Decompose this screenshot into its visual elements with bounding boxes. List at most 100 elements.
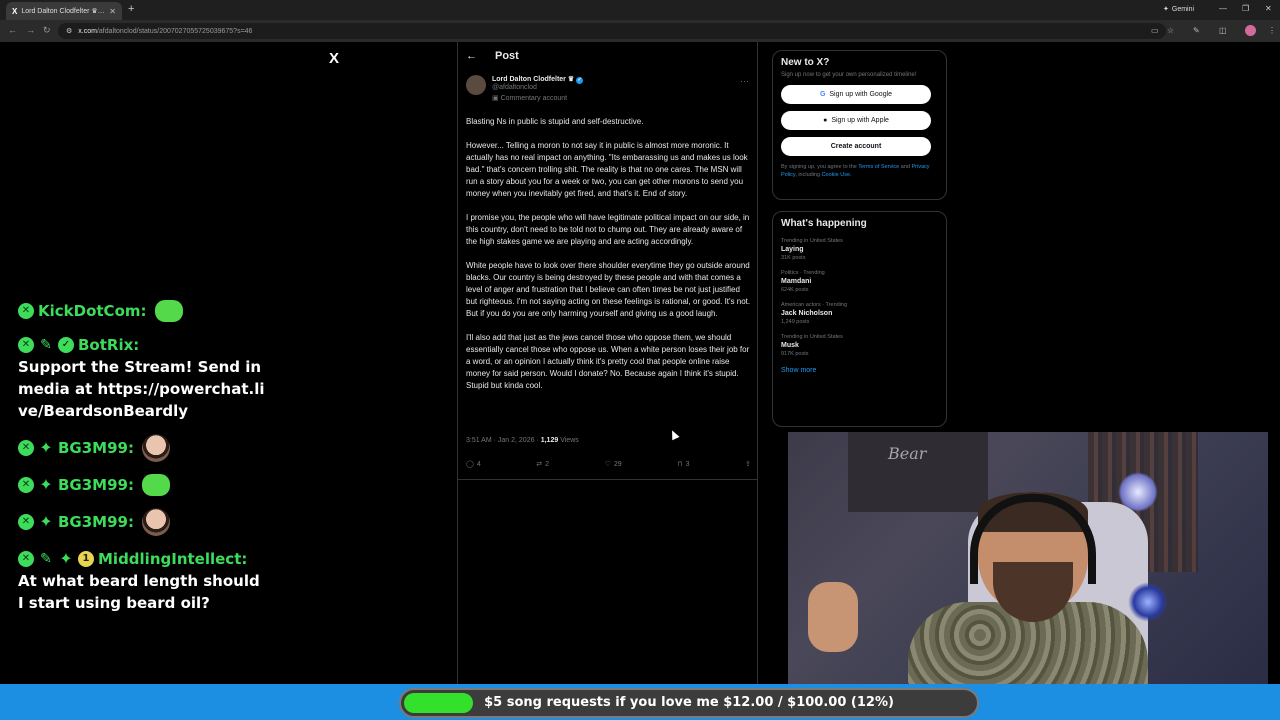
mod-badge-icon: ✕ <box>18 303 34 319</box>
face-emote-icon <box>141 508 170 536</box>
minimize-icon[interactable]: — <box>1219 4 1227 13</box>
trend-item[interactable]: American actors · Trending Jack Nicholson… <box>781 302 938 325</box>
chat-username: BG3M99: <box>58 439 134 457</box>
trend-item[interactable]: Trending in United States Laying 31K posts <box>781 238 938 261</box>
chat-username: BG3M99: <box>58 513 134 531</box>
post-paragraph: White people have to look over there sho… <box>466 261 751 318</box>
apple-signup-button[interactable]: ● Sign up with Apple <box>781 111 931 130</box>
gemini-button[interactable]: ✦ Gemini <box>1163 5 1195 14</box>
trend-item[interactable]: Politics · Trending Mamdani 624K posts <box>781 270 938 293</box>
repost-button[interactable]: ⇄ 2 <box>536 460 550 469</box>
sparkle-badge-icon: ✦ <box>39 512 53 531</box>
verified-badge-icon: ✓ <box>576 77 584 84</box>
post-paragraph: I promise you, the people who will have … <box>466 213 750 246</box>
legal-including: , including <box>795 172 821 178</box>
google-signup-button[interactable]: G Sign up with Google <box>781 85 931 104</box>
trend-context: Trending in United States <box>781 238 843 244</box>
chat-text: At what beard length should I start usin… <box>18 572 260 612</box>
back-arrow-icon[interactable]: ← <box>466 50 477 62</box>
trend-context: Trending in United States <box>781 334 843 340</box>
bookmark-star-icon[interactable]: ☆ <box>1167 26 1174 35</box>
google-signup-label: Sign up with Google <box>829 91 893 98</box>
post-paragraph: However... Telling a moron to not say it… <box>466 141 748 198</box>
create-account-button[interactable]: Create account <box>781 137 931 156</box>
trend-context: Politics · Trending <box>781 270 825 276</box>
chat-username: KickDotCom: <box>38 302 147 320</box>
show-more-link[interactable]: Show more <box>781 367 938 374</box>
sparkle-badge-icon: ✦ <box>59 549 73 568</box>
whats-happening-title: What's happening <box>781 218 867 229</box>
verified-badge-icon: ✓ <box>58 337 74 353</box>
new-tab-button[interactable]: + <box>128 3 134 15</box>
post-column: ← Post Lord Dalton Clodfelter ♛ ✓ @afdal… <box>457 42 758 684</box>
mod-badge-icon: ✕ <box>18 337 34 353</box>
commentary-label: Commentary account <box>500 95 568 102</box>
new-to-x-subtitle: Sign up now to get your own personalized… <box>781 72 917 78</box>
trend-post-count: 624K posts <box>781 287 809 293</box>
goal-text: $5 song requests if you love me $12.00 /… <box>484 695 894 710</box>
cast-icon[interactable]: ▭ <box>1151 26 1159 35</box>
x-favicon-icon: X <box>12 6 18 16</box>
bookmark-button[interactable]: ⊓ 3 <box>677 460 690 469</box>
post-paragraph: Blasting Ns in public is stupid and self… <box>466 117 644 126</box>
url-input[interactable]: ⚙ x.com/afdaltonclod/status/200702705572… <box>58 23 1166 39</box>
reply-button[interactable]: ◯ 4 <box>466 460 481 469</box>
like-button[interactable]: ♡ 29 <box>604 460 622 469</box>
share-button[interactable]: ⇪ <box>745 460 751 468</box>
author-handle[interactable]: @afdaltonclod <box>492 84 583 91</box>
profile-avatar-icon[interactable] <box>1245 25 1256 36</box>
close-tab-icon[interactable]: ✕ <box>109 7 116 16</box>
trend-post-count: 1,249 posts <box>781 319 810 325</box>
face-emote-icon <box>141 434 170 462</box>
author-avatar[interactable] <box>466 75 486 95</box>
browser-tab[interactable]: X Lord Dalton Clodfelter ♛ on X: ✕ <box>6 2 122 20</box>
menu-dots-icon[interactable]: ⋮ <box>1268 26 1276 35</box>
mod-badge-icon: ✕ <box>18 440 34 456</box>
chat-message: ✕ ✎ ✓ BotRix: Support the Stream! Send in me… <box>18 334 268 422</box>
share-icon: ⇪ <box>745 461 751 468</box>
trend-context: American actors · Trending <box>781 302 848 308</box>
new-to-x-title: New to X? <box>781 57 830 68</box>
trend-item[interactable]: Trending in United States Musk 917K posts <box>781 334 938 357</box>
post-timestamp[interactable]: 3:51 AM · Jan 2, 2026 · <box>466 437 539 444</box>
terms-link[interactable]: Terms of Service <box>858 164 899 170</box>
url-path: /afdaltonclod/status/2007027055725039675… <box>96 27 253 35</box>
restore-icon[interactable]: ❐ <box>1242 4 1249 13</box>
gemini-label: Gemini <box>1171 5 1195 13</box>
poster-logo: Bear <box>888 444 927 463</box>
more-options-icon[interactable]: ··· <box>740 76 749 86</box>
gemini-sparkle-icon: ✦ <box>1163 6 1169 13</box>
chat-text: Support the Stream! Send in media at htt… <box>18 358 265 420</box>
site-info-icon[interactable]: ⚙ <box>66 27 72 35</box>
extensions-icon[interactable]: ✎ <box>1193 26 1200 35</box>
trend-name: Laying <box>781 246 804 253</box>
new-to-x-card: New to X? Sign up now to get your own pe… <box>772 50 947 200</box>
mod-badge-icon: ✕ <box>18 551 34 567</box>
apple-icon: ● <box>823 117 828 124</box>
bookmark-count: 3 <box>685 460 690 468</box>
reload-icon[interactable]: ↻ <box>43 25 51 36</box>
views-label: Views <box>560 437 579 444</box>
cookie-link[interactable]: Cookie Use. <box>822 172 852 178</box>
sub-badge-icon: 1 <box>78 551 94 567</box>
forward-icon[interactable]: → <box>26 25 35 35</box>
trend-post-count: 31K posts <box>781 255 806 261</box>
like-count: 29 <box>613 460 622 468</box>
chat-username: MiddlingIntellect: <box>98 550 248 568</box>
heart-icon: ♡ <box>604 461 611 468</box>
back-icon[interactable]: ← <box>8 25 17 35</box>
x-logo-icon[interactable]: X <box>329 50 339 67</box>
whats-happening-card: What's happening Trending in United Stat… <box>772 211 947 427</box>
streamer-hand <box>808 582 858 652</box>
mod-badge-icon: ✕ <box>18 477 34 493</box>
close-window-icon[interactable]: ✕ <box>1265 4 1272 13</box>
url-host: x.com <box>78 27 97 35</box>
repost-count: 2 <box>545 460 550 468</box>
side-panel-icon[interactable]: ◫ <box>1219 26 1227 35</box>
sword-badge-icon: ✎ <box>40 551 52 567</box>
chat-message: ✕ ✎ ✦ 1 MiddlingIntellect: At what beard leng… <box>18 548 268 614</box>
trends-list: Trending in United States Laying 31K posts… <box>781 238 938 357</box>
post-author[interactable]: Lord Dalton Clodfelter ♛ ✓ @afdaltonclod… <box>466 75 584 102</box>
author-name[interactable]: Lord Dalton Clodfelter ♛ <box>492 76 574 83</box>
repost-icon: ⇄ <box>536 461 543 468</box>
